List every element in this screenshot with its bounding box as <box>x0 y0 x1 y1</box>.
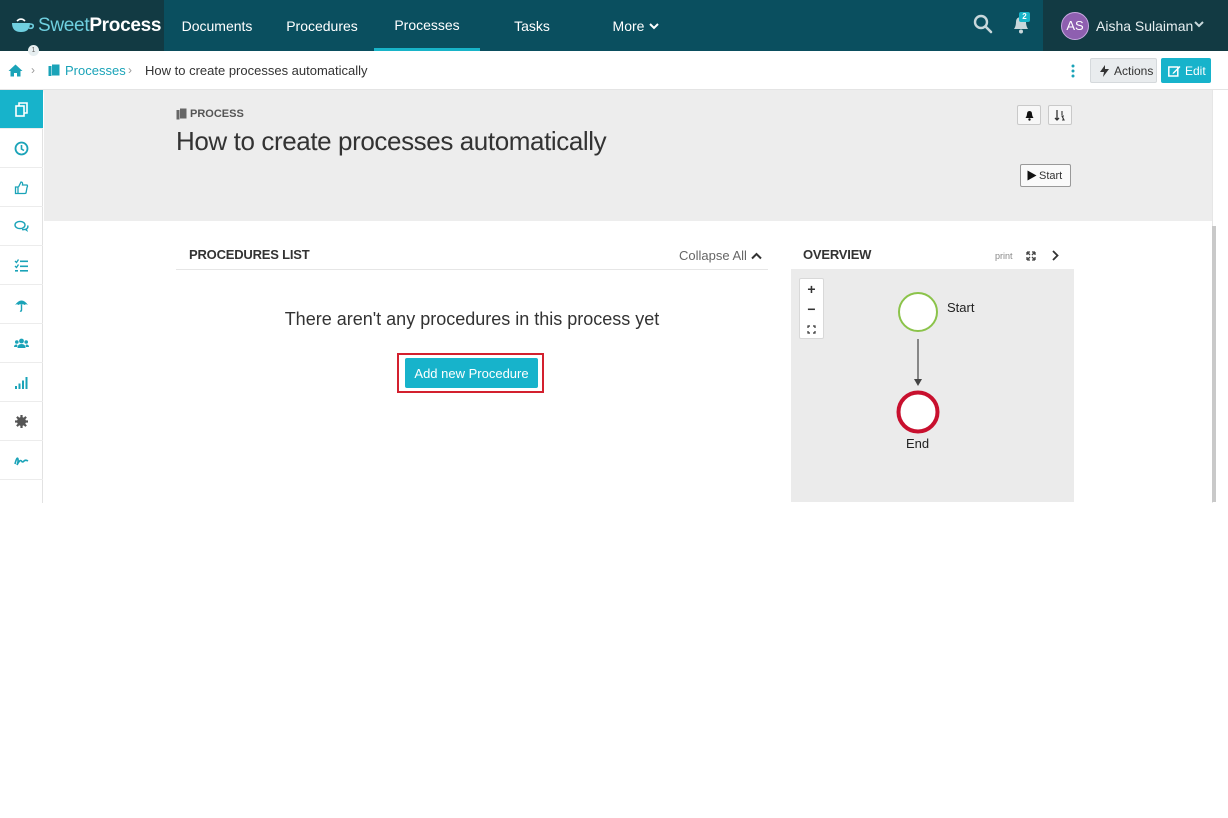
process-flow-diagram <box>896 292 940 434</box>
collapse-all-label: Collapse All <box>679 248 747 263</box>
start-node-label: Start <box>947 300 975 315</box>
left-sidebar <box>0 90 43 503</box>
nav-documents-label: Documents <box>181 17 253 34</box>
sidebar-item-signatures[interactable] <box>0 441 43 480</box>
gear-icon <box>15 414 28 428</box>
lightning-icon <box>1100 64 1109 77</box>
sidebar-item-checklist[interactable] <box>0 246 43 285</box>
flow-arrowhead <box>914 379 922 386</box>
comments-icon <box>14 220 29 232</box>
collapse-all-button[interactable]: Collapse All <box>679 248 762 263</box>
nav-tasks[interactable]: Tasks <box>480 0 584 51</box>
sort-button[interactable] <box>1048 105 1072 125</box>
sort-icon <box>1054 110 1065 121</box>
start-button[interactable]: Start <box>1020 164 1071 187</box>
start-button-label: Start <box>1039 169 1063 182</box>
nav-more[interactable]: More <box>584 0 688 51</box>
teacup-logo-icon <box>12 17 34 32</box>
sidebar-item-reports[interactable] <box>0 363 43 402</box>
add-procedure-label: Add new Procedure <box>414 365 529 381</box>
history-count-badge: 1 <box>28 45 39 56</box>
start-node[interactable] <box>898 292 938 332</box>
processes-icon <box>176 108 187 120</box>
nav-tasks-label: Tasks <box>514 17 550 34</box>
sidebar-item-history[interactable] <box>0 129 43 168</box>
sidebar-item-comments[interactable] <box>0 207 43 246</box>
user-menu-chevron-icon[interactable] <box>1193 18 1205 30</box>
signature-icon <box>14 456 29 465</box>
brand-name-bold: Process <box>89 14 162 36</box>
thumbs-up-icon <box>14 180 29 194</box>
checklist-icon <box>14 258 28 272</box>
expand-icon[interactable] <box>1026 251 1036 261</box>
search-icon[interactable] <box>972 13 994 35</box>
actions-button[interactable]: Actions <box>1090 58 1157 83</box>
nav-documents[interactable]: Documents <box>164 0 270 51</box>
signal-bars-icon <box>15 376 28 389</box>
chevron-up-icon <box>751 252 762 259</box>
nav-processes-label: Processes <box>394 16 460 33</box>
scrollbar-thumb[interactable] <box>1212 226 1216 502</box>
home-icon[interactable] <box>8 64 23 77</box>
print-link[interactable]: print <box>995 251 1013 261</box>
chevron-down-icon <box>649 22 660 29</box>
edit-button[interactable]: Edit <box>1161 58 1211 83</box>
breadcrumb-separator: › <box>31 63 35 77</box>
breadcrumb: › Processes › How to create processes au… <box>0 51 1228 90</box>
bell-icon <box>1025 111 1033 121</box>
breadcrumb-separator: › <box>128 63 132 77</box>
top-navbar: SweetProcess Documents Procedures Proces… <box>0 0 1228 51</box>
edit-button-label: Edit <box>1185 63 1206 78</box>
process-type-label: PROCESS <box>176 108 244 120</box>
edit-icon <box>1168 65 1181 77</box>
brand-name-light: Sweet <box>38 14 90 36</box>
more-options-icon[interactable] <box>1070 64 1076 78</box>
end-node-label: End <box>906 436 930 451</box>
process-type-text: PROCESS <box>190 108 244 120</box>
chevron-right-icon[interactable] <box>1051 250 1059 261</box>
brand-logo[interactable]: SweetProcess <box>0 0 164 51</box>
add-procedure-button[interactable]: Add new Procedure <box>405 358 538 388</box>
nav-processes[interactable]: Processes <box>374 0 480 51</box>
user-name: Aisha Sulaiman <box>1096 17 1194 34</box>
page-title: How to create processes automatically <box>176 126 607 156</box>
end-node[interactable] <box>896 390 940 434</box>
nav-more-label: More <box>612 17 645 34</box>
processes-icon <box>48 64 60 76</box>
documents-icon <box>15 101 28 117</box>
breadcrumb-current: How to create processes automatically <box>145 63 368 78</box>
clock-icon <box>14 141 29 155</box>
sidebar-item-settings[interactable] <box>0 402 43 441</box>
play-icon <box>1027 170 1037 181</box>
sidebar-item-documents[interactable] <box>0 90 43 129</box>
subscribe-button[interactable] <box>1017 105 1041 125</box>
divider <box>176 269 768 270</box>
umbrella-icon <box>15 300 28 312</box>
nav-procedures[interactable]: Procedures <box>270 0 374 51</box>
actions-button-label: Actions <box>1114 63 1154 78</box>
overview-title: OVERVIEW <box>803 247 872 262</box>
nav-procedures-label: Procedures <box>286 17 358 34</box>
sidebar-item-team[interactable] <box>0 324 43 363</box>
main-nav: Documents Procedures Processes Tasks Mor… <box>164 0 688 51</box>
sidebar-item-policies[interactable] <box>0 285 43 324</box>
breadcrumb-processes-link[interactable]: Processes <box>65 63 126 78</box>
procedures-list-title: PROCEDURES LIST <box>189 247 310 262</box>
users-icon <box>14 338 29 348</box>
notification-count-badge: 2 <box>1019 12 1030 22</box>
avatar: AS <box>1061 11 1089 40</box>
empty-state-message: There aren't any procedures in this proc… <box>284 309 660 329</box>
sidebar-item-approvals[interactable] <box>0 168 43 207</box>
